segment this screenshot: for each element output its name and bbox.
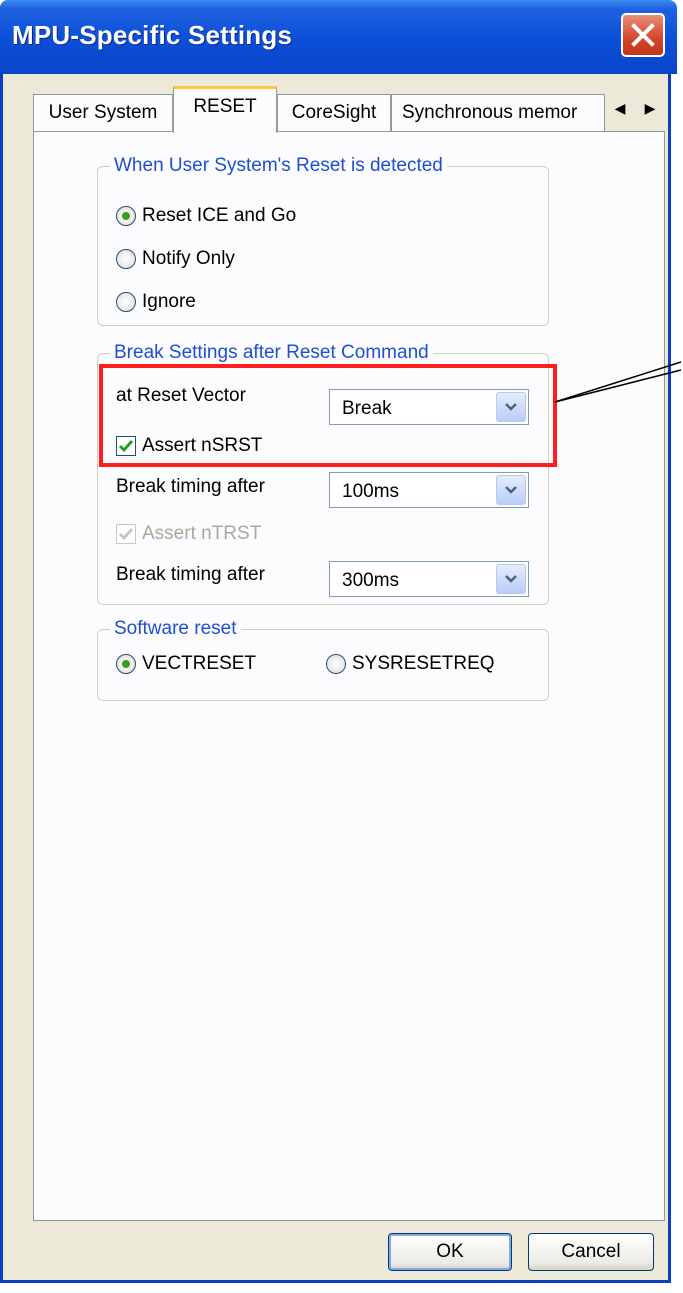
break-settings-legend: Break Settings after Reset Command [110,342,433,364]
radio-label: Ignore [142,291,196,312]
close-icon [631,23,655,47]
close-button[interactable] [621,13,665,57]
break-timing-value-1: 100ms [342,481,400,502]
callout-line [554,361,682,403]
chevron-down-icon [505,575,517,583]
radio-ignore[interactable]: Ignore [116,291,196,313]
radio-unchecked-icon[interactable] [326,654,346,674]
chevron-down-icon [505,486,517,494]
radio-label: VECTRESET [142,653,257,674]
radio-checked-icon[interactable] [116,206,136,226]
break-timing-select-2[interactable]: 300ms [329,561,529,597]
radio-notify-only[interactable]: Notify Only [116,248,235,270]
radio-unchecked-icon[interactable] [116,292,136,312]
radio-checked-icon[interactable] [116,654,136,674]
title-bar[interactable]: MPU-Specific Settings [0,0,677,74]
tab-scroll-right-icon[interactable]: ▶ [645,100,656,117]
radio-sysresetreq[interactable]: SYSRESETREQ [326,653,495,675]
software-reset-legend: Software reset [110,618,241,640]
tab-coresight[interactable]: CoreSight [277,94,391,132]
tab-user-system[interactable]: User System [33,94,173,132]
radio-reset-ice-go[interactable]: Reset ICE and Go [116,205,296,227]
tab-scroll-left-icon[interactable]: ◀ [615,100,626,117]
radio-vectreset[interactable]: VECTRESET [116,653,256,675]
ok-button[interactable]: OK [388,1233,512,1271]
assert-ntrst-checkbox[interactable]: Assert nTRST [116,523,261,545]
highlight-box [99,364,557,467]
tab-scroll: ◀ ▶ [605,94,665,122]
cancel-button[interactable]: Cancel [528,1233,654,1271]
radio-label: Reset ICE and Go [142,205,297,226]
tab-synchronous-memory[interactable]: Synchronous memor [391,94,605,132]
break-timing-label-2: Break timing after [116,564,265,585]
dropdown-button[interactable] [496,475,526,505]
break-timing-value-2: 300ms [342,570,400,591]
user-reset-legend: When User System's Reset is detected [110,155,447,177]
dropdown-button[interactable] [496,564,526,594]
software-reset-group: Software reset VECTRESET SYSRESETREQ [97,618,549,701]
tab-reset[interactable]: RESET [173,86,277,133]
radio-label: Notify Only [142,248,235,269]
checkbox-label: Assert nTRST [142,523,262,544]
user-reset-group: When User System's Reset is detected Res… [97,155,549,326]
tab-strip: User System RESET CoreSight Synchronous … [33,86,665,133]
break-timing-label-1: Break timing after [116,476,265,497]
checkbox-disabled-icon[interactable] [116,524,136,544]
radio-unchecked-icon[interactable] [116,249,136,269]
radio-label: SYSRESETREQ [352,653,495,674]
window-title: MPU-Specific Settings [12,20,293,50]
break-timing-select-1[interactable]: 100ms [329,472,529,508]
